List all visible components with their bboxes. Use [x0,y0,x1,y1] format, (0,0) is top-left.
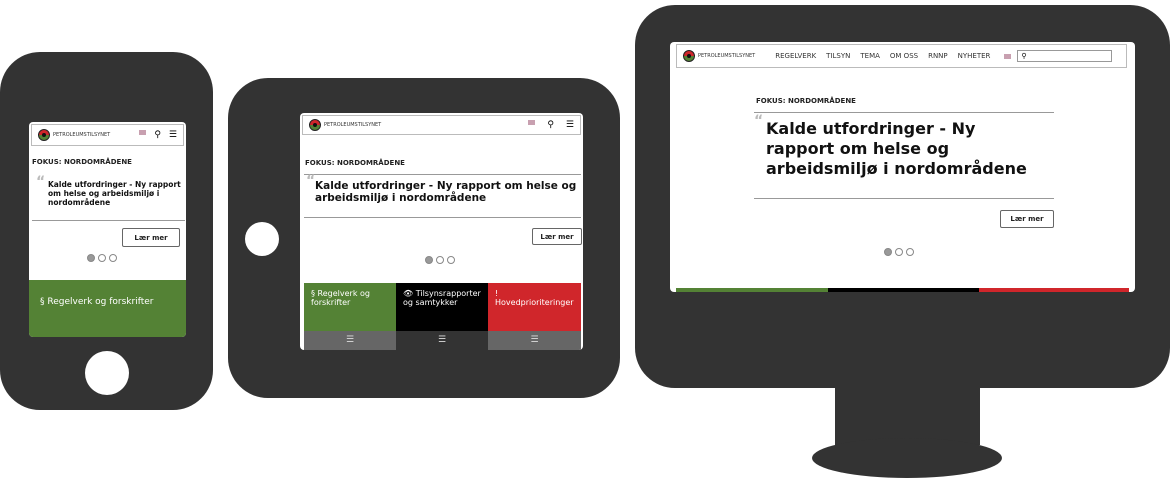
monitor-stand-neck [835,385,980,445]
search-icon[interactable]: ⚲ [154,130,161,140]
tile-tilsyn[interactable] [828,288,979,292]
logo[interactable]: PETROLEUMSTILSYNET [309,119,381,131]
logo-text: PETROLEUMSTILSYNET [324,122,382,128]
tile-tilsyn[interactable]: 👁 Tilsynsrapporter og samtykker [396,283,488,331]
header: PETROLEUMSTILSYNET ⚲ ☰ [31,124,184,146]
logo[interactable]: PETROLEUMSTILSYNET [683,50,755,62]
tile-label: Regelverk og forskrifter [311,289,370,307]
flag-icon[interactable] [528,120,536,125]
logo-icon [683,50,695,62]
headline[interactable]: “Kalde utfordringer - Ny rapport om hels… [32,174,185,221]
focus-label: FOKUS: NORDOMRÅDENE [756,97,856,105]
nav-rnnp[interactable]: RNNP [928,52,948,60]
carousel-dots[interactable] [87,254,117,262]
flag-icon[interactable] [139,130,147,135]
logo[interactable]: PETROLEUMSTILSYNET [38,129,110,141]
nav-tema[interactable]: TEMA [860,52,880,60]
menu-icon[interactable]: ☰ [488,331,581,350]
search-icon[interactable]: ⚲ [547,120,554,130]
headline-text: Kalde utfordringer - Ny rapport om helse… [315,180,577,204]
tile-label: Hovedprioriteringer [495,298,574,307]
main-nav: REGELVERK TILSYN TEMA OM OSS RNNP NYHETE… [775,52,990,60]
tile-hovedprioriteringer[interactable]: ! Hovedprioriteringer [488,283,581,331]
learn-more-button[interactable]: Lær mer [122,228,180,247]
headline-text: Kalde utfordringer - Ny rapport om helse… [766,119,1027,178]
tile-regelverk[interactable]: § Regelverk og forskrifter [29,280,186,337]
focus-label: FOKUS: NORDOMRÅDENE [32,158,132,166]
header: PETROLEUMSTILSYNET ⚲ ☰ [302,115,581,135]
eye-icon: 👁 [403,289,414,298]
headline-text: Kalde utfordringer - Ny rapport om helse… [48,180,181,207]
section-icon: § [311,289,315,298]
learn-more-button[interactable]: Lær mer [1000,210,1054,228]
tablet-screen: PETROLEUMSTILSYNET ⚲ ☰ FOKUS: NORDOMRÅDEN… [300,113,583,350]
monitor-screen: PETROLEUMSTILSYNET REGELVERK TILSYN TEMA… [670,42,1135,292]
logo-icon [38,129,50,141]
header: PETROLEUMSTILSYNET REGELVERK TILSYN TEMA… [676,44,1127,68]
search-icon: ⚲ [1021,52,1027,60]
monitor-stand-base [812,438,1002,478]
logo-text: PETROLEUMSTILSYNET [53,132,111,138]
section-icon: § [40,297,45,307]
headline[interactable]: “Kalde utfordringer - Ny rapport om hels… [754,112,1054,199]
exclamation-icon: ! [495,289,499,298]
menu-icon[interactable]: ☰ [566,120,574,130]
menu-icon[interactable]: ☰ [396,331,488,350]
carousel-dots[interactable] [425,256,455,264]
nav-om-oss[interactable]: OM OSS [890,52,918,60]
search-input[interactable]: ⚲ [1017,50,1113,62]
phone-screen: PETROLEUMSTILSYNET ⚲ ☰ FOKUS: NORDOMRÅDEN… [29,122,186,337]
tile-hovedprioriteringer[interactable] [979,288,1129,292]
menu-icon[interactable]: ☰ [169,130,177,140]
nav-nyheter[interactable]: NYHETER [958,52,991,60]
tablet-home-button [245,222,279,256]
tile-label: Regelverk og forskrifter [47,297,154,307]
focus-label: FOKUS: NORDOMRÅDENE [305,159,405,167]
nav-tilsyn[interactable]: TILSYN [826,52,850,60]
logo-text: PETROLEUMSTILSYNET [698,53,756,59]
learn-more-button[interactable]: Lær mer [532,228,582,245]
headline[interactable]: “Kalde utfordringer - Ny rapport om hels… [304,173,581,218]
tile-regelverk[interactable]: § Regelverk og forskrifter [304,283,396,331]
phone-home-button [85,351,129,395]
logo-icon [309,119,321,131]
tile-regelverk[interactable] [676,288,828,292]
carousel-dots[interactable] [884,248,914,256]
flag-icon[interactable] [1004,53,1012,59]
nav-regelverk[interactable]: REGELVERK [775,52,816,60]
menu-icon[interactable]: ☰ [304,331,396,350]
tile-label: Tilsynsrapporter og samtykker [403,289,481,307]
